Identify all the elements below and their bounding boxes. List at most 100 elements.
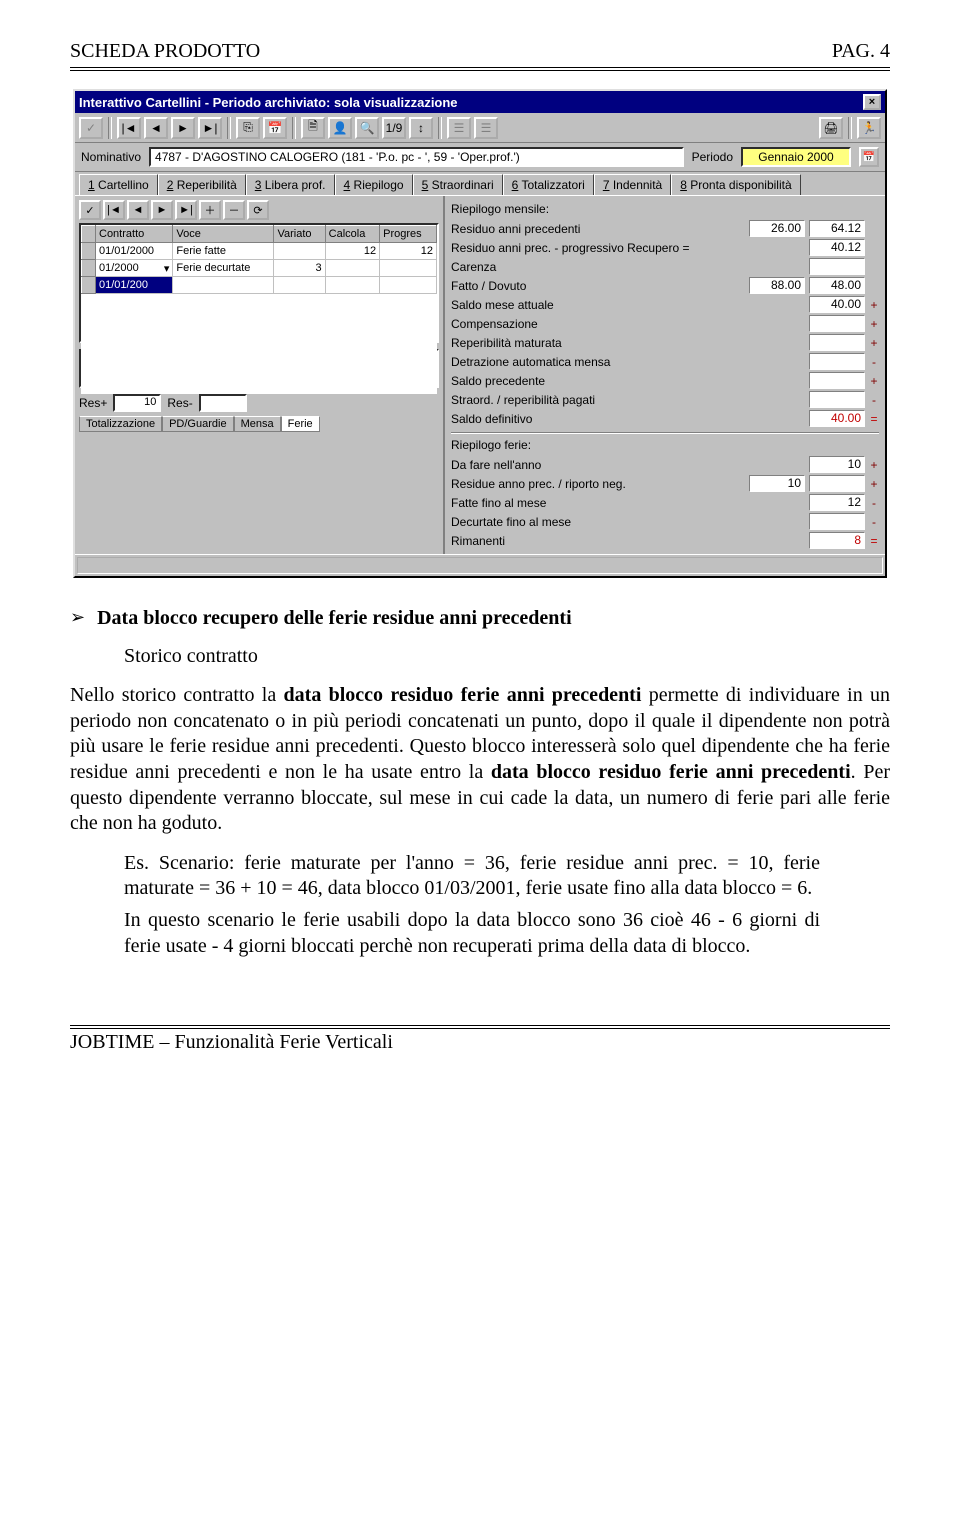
confirm-icon[interactable]: ✓ <box>79 117 103 139</box>
example-scenario-1: Es. Scenario: ferie maturate per l'anno … <box>124 851 820 902</box>
grid1-header[interactable]: Progres <box>380 226 437 243</box>
grid1-cell[interactable]: 12 <box>380 243 437 260</box>
grid1-cell[interactable]: 12 <box>325 243 380 260</box>
periodo-picker-icon[interactable]: 📅 <box>859 147 879 167</box>
summary-value-2 <box>809 475 865 492</box>
grid1-cell[interactable] <box>325 277 380 294</box>
tab-totalizzatori[interactable]: 6 Totalizzatori <box>503 174 594 195</box>
first-record-icon[interactable]: |◄ <box>117 117 141 139</box>
summary-sign: + <box>869 298 879 312</box>
grid1-cell[interactable] <box>173 277 274 294</box>
toolbar-separator <box>108 117 112 139</box>
grid1-cell[interactable]: Ferie decurtate <box>173 260 274 277</box>
document-icon[interactable]: 🗎 <box>301 117 325 139</box>
last-record-icon[interactable]: ►| <box>198 117 222 139</box>
summary-label: Decurtate fino al mese <box>451 515 745 529</box>
grid1-header[interactable]: Voce <box>173 226 274 243</box>
periodo-field[interactable]: Gennaio 2000 <box>741 147 851 167</box>
summary-label: Saldo precedente <box>451 374 745 388</box>
grid1-cell[interactable] <box>380 277 437 294</box>
tab-cartellino[interactable]: 1 Cartellino <box>79 174 158 195</box>
tab-straordinari[interactable]: 5 Straordinari <box>413 174 503 195</box>
summary-sign: + <box>869 317 879 331</box>
sheet-tab-totalizzazione[interactable]: Totalizzazione <box>79 416 162 432</box>
resminus-input[interactable] <box>199 394 247 412</box>
grid1-cell[interactable] <box>380 260 437 277</box>
sheet-tab-mensa[interactable]: Mensa <box>234 416 281 432</box>
summary-label: Rimanenti <box>451 534 745 548</box>
summary-value-2 <box>809 391 865 408</box>
grid1-cell[interactable]: Ferie fatte <box>173 243 274 260</box>
grid-first-icon[interactable]: |◄ <box>103 200 125 220</box>
footer-text: JOBTIME – Funzionalità Ferie Verticali <box>70 1031 890 1054</box>
nominativo-field[interactable]: 4787 - D'AGOSTINO CALOGERO (181 - 'P.o. … <box>149 147 684 167</box>
copy-icon[interactable]: ⎘ <box>236 117 260 139</box>
grid1-header[interactable]: Variato <box>274 226 325 243</box>
sheet-tab-pd-guardie[interactable]: PD/Guardie <box>162 416 233 432</box>
print-icon[interactable]: 🖨 <box>819 117 843 139</box>
calendar-icon[interactable]: 📅 <box>263 117 287 139</box>
grid-add-icon[interactable]: ＋ <box>199 200 221 220</box>
grid1-cell[interactable]: 3 <box>274 260 325 277</box>
summary-label: Residuo anni prec. - progressivo Recuper… <box>451 241 745 255</box>
tab-indennit-[interactable]: 7 Indennità <box>594 174 671 195</box>
grid1-header[interactable]: Calcola <box>325 226 380 243</box>
summary-label: Fatte fino al mese <box>451 496 745 510</box>
grid1-cell[interactable]: 01/01/2000 <box>96 243 173 260</box>
sheet-tab-ferie[interactable]: Ferie <box>281 416 320 432</box>
summary-value-2: 10 <box>809 456 865 473</box>
resminus-label: Res- <box>167 396 192 410</box>
summary-value-2 <box>809 513 865 530</box>
grid1-cell[interactable] <box>274 243 325 260</box>
next-record-icon[interactable]: ► <box>171 117 195 139</box>
grid1-cell[interactable] <box>325 260 380 277</box>
grid-remove-icon[interactable]: － <box>223 200 245 220</box>
summary-row: Reperibilità maturata + <box>451 333 879 352</box>
grid1-header[interactable]: Contratto <box>96 226 173 243</box>
summary-label: Saldo mese attuale <box>451 298 745 312</box>
summary-label: Reperibilità maturata <box>451 336 745 350</box>
summary-value-2: 8 <box>809 532 865 549</box>
grid1-cell[interactable] <box>274 277 325 294</box>
grid1-cell[interactable]: 01/01/200 <box>96 277 173 294</box>
summary-value-2 <box>809 258 865 275</box>
titlebar: Interattivo Cartellini - Periodo archivi… <box>75 91 885 113</box>
tab-pronta-disponibilit-[interactable]: 8 Pronta disponibilità <box>671 174 800 195</box>
tab-libera-prof-[interactable]: 3 Libera prof. <box>246 174 335 195</box>
summary-value-2 <box>809 353 865 370</box>
summary-label: Straord. / reperibilità pagati <box>451 393 745 407</box>
search-icon[interactable]: 🔍 <box>355 117 379 139</box>
summary-label: Compensazione <box>451 317 745 331</box>
tab-riepilogo[interactable]: 4 Riepilogo <box>335 174 413 195</box>
grid-last-icon[interactable]: ►| <box>175 200 197 220</box>
toolbar-separator <box>227 117 231 139</box>
grid-voci[interactable]: ContrattoVoceVariatoCalcolaProgres 01/01/… <box>79 223 439 343</box>
grid-refresh-icon[interactable]: ⟳ <box>247 200 269 220</box>
summary-row: Fatte fino al mese12- <box>451 493 879 512</box>
numbering-icon[interactable]: 1/9 <box>382 117 406 139</box>
sheet-tabs: TotalizzazionePD/GuardieMensaFerie <box>79 416 439 432</box>
tab-reperibilit-[interactable]: 2 Reperibilità <box>158 174 246 195</box>
grid-prev-icon[interactable]: ◄ <box>127 200 149 220</box>
prev-record-icon[interactable]: ◄ <box>144 117 168 139</box>
summary-sign: + <box>869 336 879 350</box>
grid-confirm-icon[interactable]: ✓ <box>79 200 101 220</box>
nominativo-value: 4787 - D'AGOSTINO CALOGERO (181 - 'P.o. … <box>155 150 520 164</box>
grid1-cell[interactable]: 01/2000 ▾ <box>96 260 173 277</box>
left-pane: ✓ |◄ ◄ ► ►| ＋ － ⟳ ContrattoVoceVariatoCa… <box>75 196 445 554</box>
header-left: SCHEDA PRODOTTO <box>70 40 260 63</box>
exit-icon[interactable]: 🏃 <box>857 117 881 139</box>
resplus-input[interactable]: 10 <box>113 394 161 412</box>
summary-row: Residue anno prec. / riporto neg.10+ <box>451 474 879 493</box>
sort-icon[interactable]: ☰ <box>447 117 471 139</box>
person-icon[interactable]: 👤 <box>328 117 352 139</box>
grid-next-icon[interactable]: ► <box>151 200 173 220</box>
summary-sign: + <box>869 458 879 472</box>
close-button[interactable]: × <box>863 94 881 110</box>
summary-row: Detrazione automatica mensa- <box>451 352 879 371</box>
summary-label: Residuo anni precedenti <box>451 222 745 236</box>
summary-label: Carenza <box>451 260 745 274</box>
toolbar-separator <box>848 117 852 139</box>
updown-icon[interactable]: ↕ <box>409 117 433 139</box>
sort2-icon[interactable]: ☰ <box>474 117 498 139</box>
